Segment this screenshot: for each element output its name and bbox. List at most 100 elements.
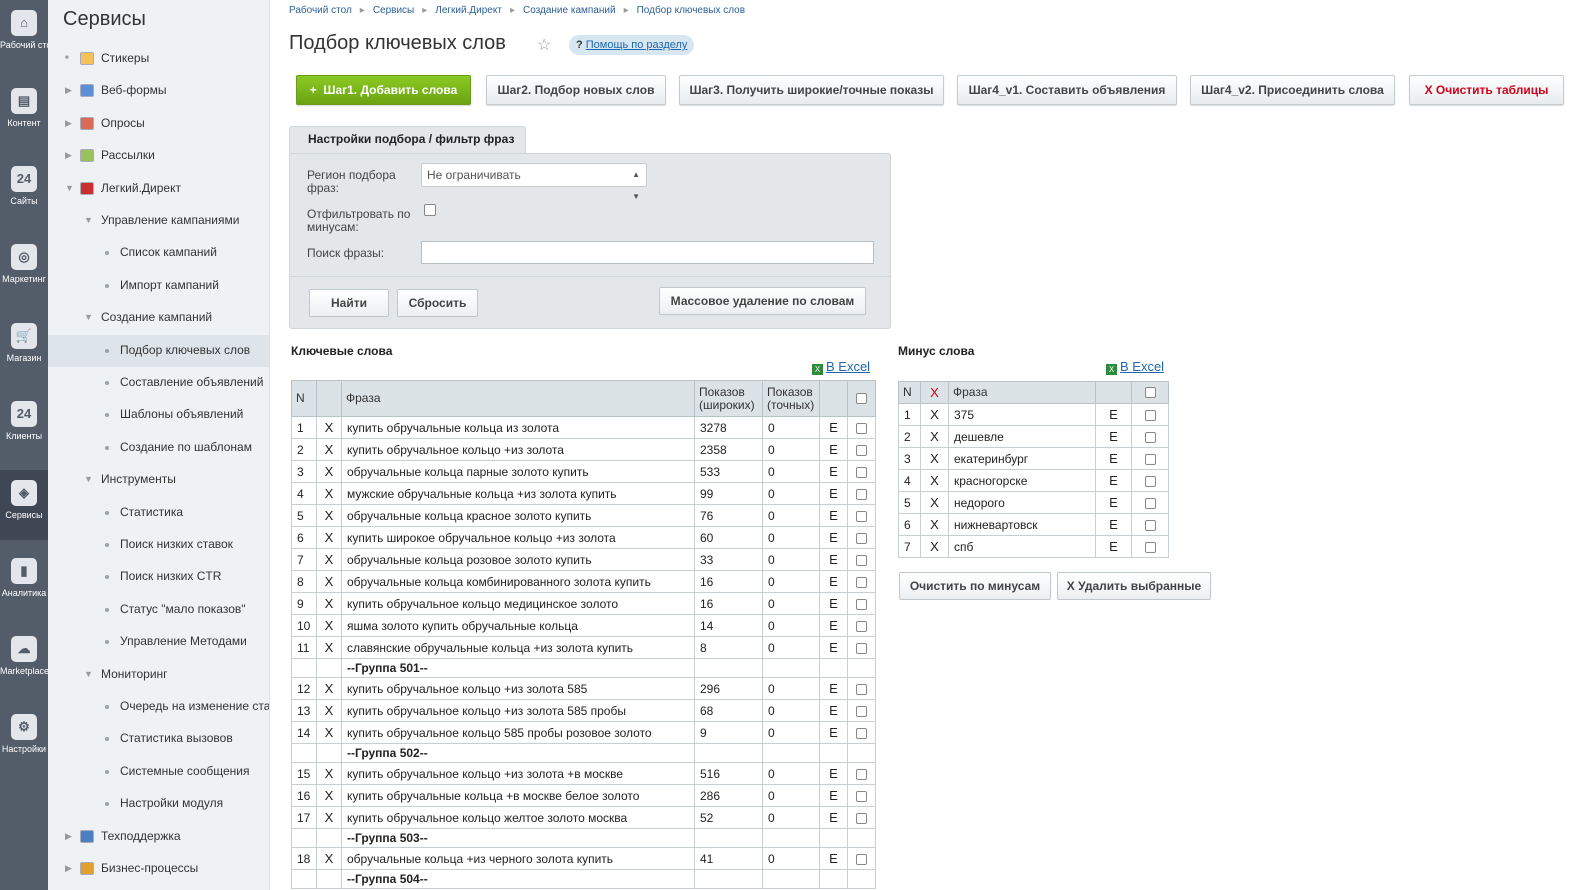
sidebar-item[interactable]: ■ Стикеры bbox=[48, 43, 269, 75]
delete-row-x[interactable]: X bbox=[316, 636, 342, 659]
sidebar-item[interactable]: Статус "мало показов" bbox=[48, 594, 269, 626]
edit-row-e[interactable]: E bbox=[819, 504, 848, 527]
row-checkbox[interactable] bbox=[1144, 497, 1156, 509]
delete-row-x[interactable]: X bbox=[920, 403, 949, 426]
filter-tab[interactable]: Настройки подбора / фильтр фраз bbox=[289, 126, 526, 154]
sidebar-item[interactable]: Управление Методами bbox=[48, 626, 269, 658]
chevron-right-icon[interactable]: ▶ bbox=[65, 108, 75, 138]
delete-row-x[interactable]: X bbox=[316, 677, 342, 700]
minus-delete-all-x[interactable]: X bbox=[920, 381, 949, 404]
row-checkbox[interactable] bbox=[1144, 453, 1156, 465]
delete-row-x[interactable]: X bbox=[920, 447, 949, 470]
row-checkbox[interactable] bbox=[856, 488, 867, 500]
edit-row-e[interactable]: E bbox=[1095, 535, 1132, 558]
sidebar-item[interactable]: ▼ Создание кампаний bbox=[48, 302, 269, 334]
edit-row-e[interactable]: E bbox=[819, 416, 848, 439]
delete-row-x[interactable]: X bbox=[316, 548, 342, 571]
delete-row-x[interactable]: X bbox=[920, 469, 949, 492]
delete-row-x[interactable]: X bbox=[316, 721, 342, 744]
help-link[interactable]: ? Помощь по разделу bbox=[569, 35, 695, 55]
row-checkbox[interactable] bbox=[1144, 475, 1156, 487]
delete-row-x[interactable]: X bbox=[316, 416, 342, 439]
minus-excel-link[interactable]: XВ Excel bbox=[1106, 359, 1164, 375]
edit-row-e[interactable]: E bbox=[819, 806, 848, 829]
edit-row-e[interactable]: E bbox=[819, 548, 848, 571]
delete-row-x[interactable]: X bbox=[316, 526, 342, 549]
breadcrumb-item[interactable]: Рабочий стол bbox=[289, 5, 352, 16]
chevron-down-icon[interactable]: ▼ bbox=[84, 659, 94, 689]
minus-filter-checkbox[interactable] bbox=[424, 204, 436, 216]
region-select[interactable]: Не ограничивать ▲ ▼ bbox=[421, 163, 647, 201]
chevron-right-icon[interactable]: ▶ bbox=[65, 821, 75, 851]
step2-button[interactable]: Шаг2. Подбор новых слов bbox=[486, 75, 666, 105]
row-checkbox[interactable] bbox=[856, 812, 867, 824]
chevron-right-icon[interactable]: ▶ bbox=[65, 75, 75, 105]
row-checkbox[interactable] bbox=[1144, 519, 1156, 531]
delete-row-x[interactable]: X bbox=[316, 570, 342, 593]
edit-row-e[interactable]: E bbox=[819, 721, 848, 744]
delete-row-x[interactable]: X bbox=[316, 762, 342, 785]
edit-row-e[interactable]: E bbox=[819, 699, 848, 722]
edit-row-e[interactable]: E bbox=[819, 762, 848, 785]
row-checkbox[interactable] bbox=[856, 620, 867, 632]
edit-row-e[interactable]: E bbox=[819, 784, 848, 807]
row-checkbox[interactable] bbox=[856, 554, 867, 566]
rail-item-layers[interactable]: ◈ Сервисы bbox=[0, 470, 48, 540]
find-button[interactable]: Найти bbox=[309, 289, 389, 317]
delete-row-x[interactable]: X bbox=[920, 425, 949, 448]
favorite-star-icon[interactable]: ☆ bbox=[537, 35, 551, 55]
rail-item-chart[interactable]: ▮ Аналитика bbox=[0, 548, 48, 618]
edit-row-e[interactable]: E bbox=[819, 482, 848, 505]
row-checkbox[interactable] bbox=[856, 510, 867, 522]
sidebar-item[interactable]: Статистика вызовов bbox=[48, 723, 269, 755]
delete-row-x[interactable]: X bbox=[316, 504, 342, 527]
rail-item-gear[interactable]: ⚙ Настройки bbox=[0, 704, 48, 774]
rail-item-sites[interactable]: 24 Сайты bbox=[0, 156, 48, 226]
sidebar-item[interactable]: Очередь на изменение ставок bbox=[48, 691, 269, 723]
sidebar-item[interactable]: Составление объявлений bbox=[48, 367, 269, 399]
rail-item-content[interactable]: ▤ Контент bbox=[0, 78, 48, 148]
row-checkbox[interactable] bbox=[856, 705, 867, 717]
sidebar-item[interactable]: Статистика bbox=[48, 497, 269, 529]
delete-row-x[interactable]: X bbox=[316, 438, 342, 461]
mass-delete-button[interactable]: Массовое удаление по словам bbox=[659, 287, 866, 315]
chevron-down-icon[interactable]: ▼ bbox=[84, 205, 94, 235]
row-checkbox[interactable] bbox=[856, 768, 867, 780]
chevron-right-icon[interactable]: ▶ bbox=[65, 140, 75, 170]
rail-item-home[interactable]: ⌂ Рабочий стол bbox=[0, 0, 48, 70]
row-checkbox[interactable] bbox=[856, 422, 867, 434]
keywords-excel-link[interactable]: XВ Excel bbox=[812, 359, 870, 375]
edit-row-e[interactable]: E bbox=[819, 614, 848, 637]
row-checkbox[interactable] bbox=[1144, 541, 1156, 553]
chevron-down-icon[interactable]: ▼ bbox=[84, 464, 94, 494]
edit-row-e[interactable]: E bbox=[1095, 513, 1132, 536]
delete-row-x[interactable]: X bbox=[316, 699, 342, 722]
delete-row-x[interactable]: X bbox=[920, 491, 949, 514]
step4v1-button[interactable]: Шаг4_v1. Составить объявления bbox=[957, 75, 1177, 105]
row-checkbox[interactable] bbox=[1144, 431, 1156, 443]
sidebar-item[interactable]: ▶ Опросы bbox=[48, 108, 269, 140]
edit-row-e[interactable]: E bbox=[819, 847, 848, 870]
edit-row-e[interactable]: E bbox=[819, 677, 848, 700]
edit-row-e[interactable]: E bbox=[819, 570, 848, 593]
sidebar-item[interactable]: Настройки модуля bbox=[48, 788, 269, 820]
delete-row-x[interactable]: X bbox=[316, 482, 342, 505]
edit-row-e[interactable]: E bbox=[819, 526, 848, 549]
step1-add-words-button[interactable]: + Шаг1. Добавить слова bbox=[296, 75, 471, 105]
delete-row-x[interactable]: X bbox=[920, 535, 949, 558]
delete-selected-button[interactable]: X Удалить выбранные bbox=[1057, 572, 1211, 600]
edit-row-e[interactable]: E bbox=[819, 438, 848, 461]
edit-row-e[interactable]: E bbox=[1095, 447, 1132, 470]
delete-row-x[interactable]: X bbox=[316, 806, 342, 829]
sidebar-item[interactable]: Шаблоны объявлений bbox=[48, 399, 269, 431]
chevron-right-icon[interactable]: ▶ bbox=[65, 853, 75, 883]
sidebar-item[interactable]: ▶ Рассылки bbox=[48, 140, 269, 172]
step3-button[interactable]: Шаг3. Получить широкие/точные показы bbox=[679, 75, 944, 105]
sidebar-item[interactable]: ▼ Легкий.Директ bbox=[48, 173, 269, 205]
sidebar-item[interactable]: Список кампаний bbox=[48, 237, 269, 269]
delete-row-x[interactable]: X bbox=[316, 460, 342, 483]
row-checkbox[interactable] bbox=[856, 576, 867, 588]
breadcrumb-item[interactable]: Создание кампаний bbox=[523, 5, 616, 16]
sidebar-item[interactable]: Создание по шаблонам bbox=[48, 432, 269, 464]
row-checkbox[interactable] bbox=[856, 790, 867, 802]
